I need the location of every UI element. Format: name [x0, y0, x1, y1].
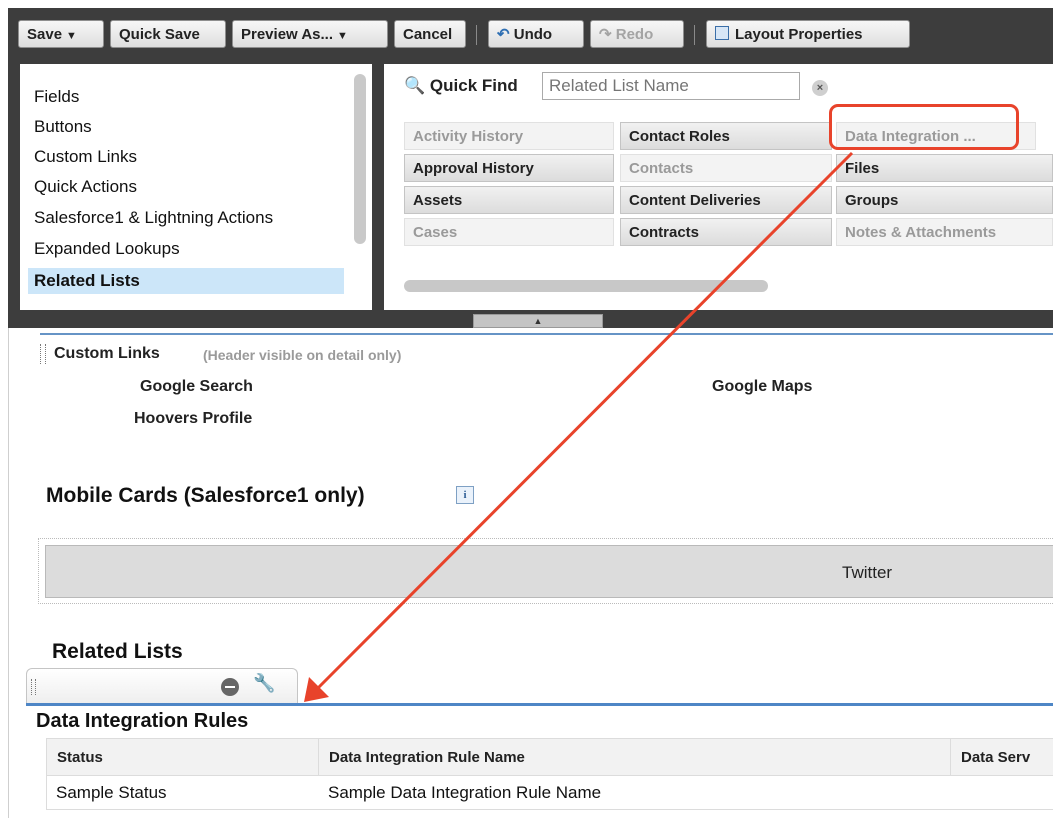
- element-notes-attachments[interactable]: Notes & Attachments: [836, 218, 1053, 246]
- search-icon: 🔍: [404, 76, 426, 95]
- custom-link-google-maps[interactable]: Google Maps: [712, 378, 812, 396]
- chevron-down-icon[interactable]: ▼: [66, 30, 77, 42]
- category-salesforce1-actions[interactable]: Salesforce1 & Lightning Actions: [28, 205, 344, 231]
- related-lists-title: Related Lists: [52, 640, 183, 663]
- palette-resize-handle[interactable]: ▲: [473, 314, 603, 328]
- arrow-head: [304, 677, 329, 702]
- category-related-lists[interactable]: Related Lists: [28, 268, 344, 294]
- cell-rule-name: Sample Data Integration Rule Name: [318, 776, 950, 810]
- quick-find-label: 🔍 Quick Find: [404, 76, 518, 96]
- element-approval-history[interactable]: Approval History: [404, 154, 614, 182]
- cancel-button[interactable]: Cancel: [394, 20, 466, 48]
- column-header-rule-name: Data Integration Rule Name: [318, 738, 950, 776]
- related-list-table: Status Data Integration Rule Name Data S…: [46, 738, 1053, 818]
- preview-as-label: Preview As...: [241, 26, 333, 43]
- related-list-divider: [26, 703, 1053, 706]
- chevron-down-icon: ▼: [337, 30, 348, 42]
- category-custom-links[interactable]: Custom Links: [28, 144, 344, 170]
- undo-button[interactable]: ↶ Undo: [488, 20, 584, 48]
- table-border: [46, 776, 47, 810]
- quick-find-text: Quick Find: [429, 76, 518, 95]
- drag-handle-icon[interactable]: [31, 679, 36, 695]
- category-scrollbar[interactable]: [354, 74, 366, 244]
- element-cases[interactable]: Cases: [404, 218, 614, 246]
- category-buttons[interactable]: Buttons: [28, 114, 344, 140]
- element-activity-history[interactable]: Activity History: [404, 122, 614, 150]
- element-contacts[interactable]: Contacts: [620, 154, 832, 182]
- custom-link-hoovers-profile[interactable]: Hoovers Profile: [134, 410, 252, 428]
- undo-icon: ↶: [497, 26, 510, 43]
- column-header-data-service: Data Serv: [950, 738, 1053, 776]
- preview-as-button[interactable]: Preview As... ▼: [232, 20, 388, 48]
- cell-status: Sample Status: [46, 776, 318, 810]
- custom-links-note: (Header visible on detail only): [203, 347, 402, 363]
- highlight-callout: [829, 104, 1019, 150]
- redo-icon: ↷: [599, 26, 612, 43]
- category-expanded-lookups[interactable]: Expanded Lookups: [28, 236, 344, 262]
- category-quick-actions[interactable]: Quick Actions: [28, 174, 344, 200]
- custom-link-google-search[interactable]: Google Search: [140, 378, 253, 396]
- redo-label: Redo: [615, 26, 654, 43]
- wrench-icon[interactable]: 🔧: [253, 673, 275, 694]
- save-button[interactable]: Save ▼: [18, 20, 104, 48]
- related-list-controls: 🔧: [26, 668, 298, 704]
- element-scrollbar[interactable]: [404, 280, 768, 292]
- clear-icon[interactable]: ×: [812, 80, 828, 96]
- element-groups[interactable]: Groups: [836, 186, 1053, 214]
- mobile-card-twitter[interactable]: [45, 545, 1053, 598]
- mobile-card-label: Twitter: [842, 563, 893, 582]
- element-contact-roles[interactable]: Contact Roles: [620, 122, 832, 150]
- layout-properties-icon: [715, 26, 729, 40]
- canvas-edge: [8, 328, 9, 818]
- element-assets[interactable]: Assets: [404, 186, 614, 214]
- quick-find-input[interactable]: [542, 72, 800, 100]
- mobile-cards-title: Mobile Cards (Salesforce1 only): [46, 484, 365, 507]
- toolbar-divider: [694, 25, 695, 45]
- element-files[interactable]: Files: [836, 154, 1053, 182]
- element-content-deliveries[interactable]: Content Deliveries: [620, 186, 832, 214]
- layout-palette: Save ▼ Quick Save Preview As... ▼ Cancel ↶…: [8, 8, 1053, 328]
- element-pane: 🔍 Quick Find × Activity History Contact …: [384, 64, 1053, 310]
- save-label: Save: [27, 26, 63, 43]
- category-list: Fields Buttons Custom Links Quick Action…: [20, 64, 372, 310]
- custom-links-title: Custom Links: [54, 345, 160, 362]
- toolbar-divider: [476, 25, 477, 45]
- related-list-name: Data Integration Rules: [36, 710, 249, 732]
- column-header-status: Status: [46, 738, 318, 776]
- drag-handle-icon[interactable]: [40, 344, 46, 364]
- layout-properties-button[interactable]: Layout Properties: [706, 20, 910, 48]
- redo-button[interactable]: ↷ Redo: [590, 20, 684, 48]
- category-fields[interactable]: Fields: [28, 84, 344, 110]
- info-icon[interactable]: i: [456, 486, 474, 504]
- element-contracts[interactable]: Contracts: [620, 218, 832, 246]
- cell-data-service: [950, 776, 1053, 810]
- section-divider: [40, 333, 1053, 335]
- layout-properties-label: Layout Properties: [735, 26, 863, 43]
- undo-label: Undo: [513, 26, 553, 43]
- remove-icon[interactable]: [221, 678, 239, 696]
- quick-save-button[interactable]: Quick Save: [110, 20, 226, 48]
